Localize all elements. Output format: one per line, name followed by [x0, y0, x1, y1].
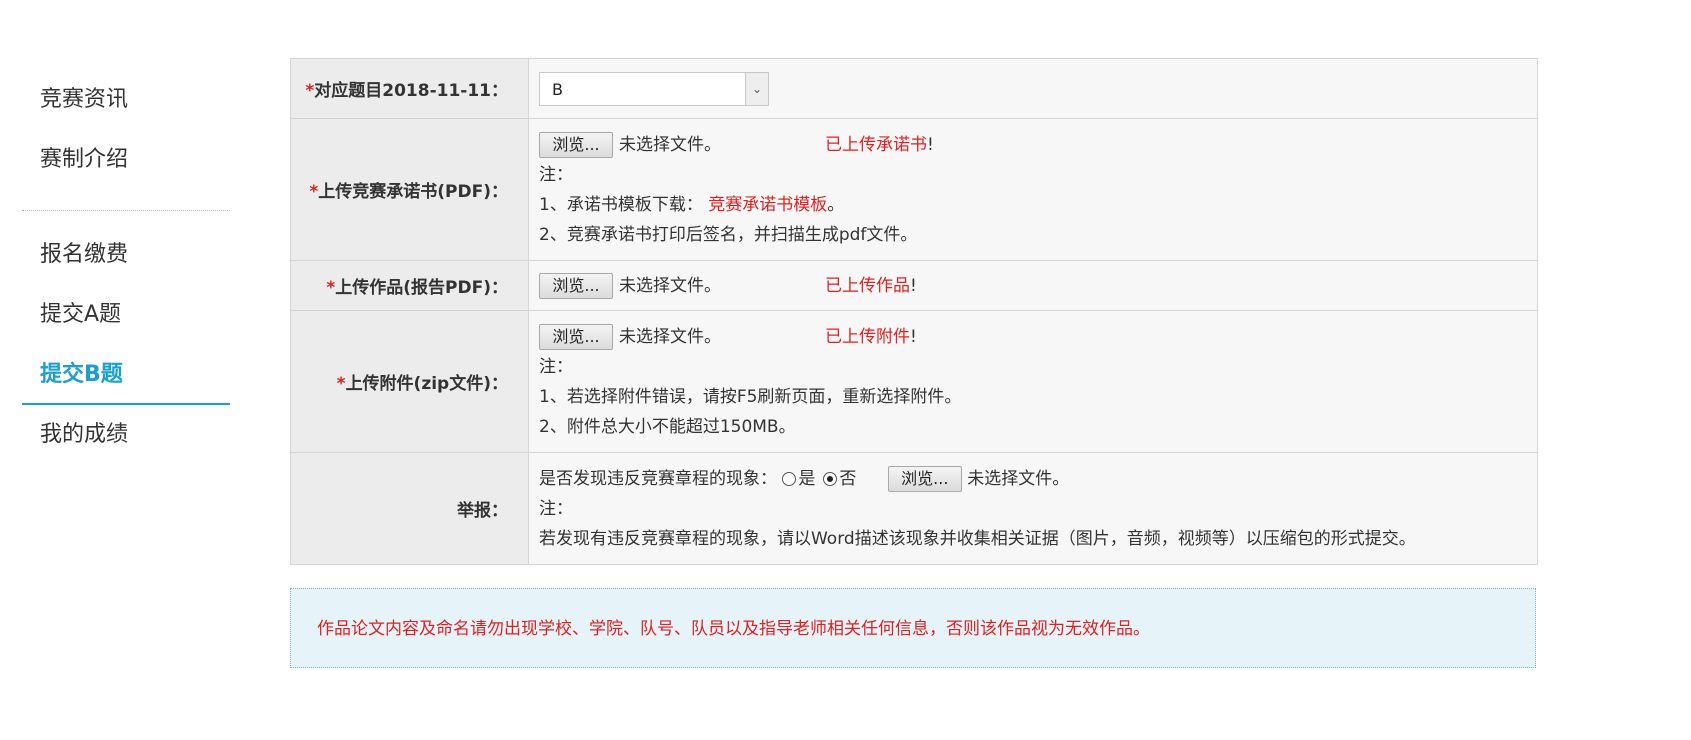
row-attachment: *上传附件(zip文件)： 浏览... 未选择文件。 已上传附件! 注： 1、若选择… [290, 310, 1538, 453]
row-pledge: *上传竞赛承诺书(PDF)： 浏览... 未选择文件。 已上传承诺书! 注： 1、承… [290, 118, 1538, 261]
pledge-status-suffix: ! [927, 134, 934, 155]
attachment-note-title: 注： [539, 356, 573, 377]
sidebar-item-news[interactable]: 竞赛资讯 [22, 70, 230, 130]
anonymity-notice: 作品论文内容及命名请勿出现学校、学院、队号、队员以及指导老师相关任何信息，否则该… [290, 588, 1536, 668]
report-radio-no-label: 否 [839, 468, 857, 489]
report-question: 是否发现违反竞赛章程的现象： [539, 468, 777, 489]
attachment-note2: 2、附件总大小不能超过150MB。 [539, 416, 796, 437]
attachment-status-suffix: ! [910, 326, 917, 347]
report-value: 是否发现违反竞赛章程的现象： 是 否 浏览... 未选择文件。 注： 若发现有违反… [528, 452, 1538, 565]
sidebar-divider [22, 210, 230, 211]
work-status-suffix: ! [910, 275, 917, 296]
attachment-no-file: 未选择文件。 [619, 326, 721, 347]
report-radio-yes[interactable] [782, 471, 797, 486]
work-label: *上传作品(报告PDF)： [290, 260, 529, 311]
report-radio-no[interactable] [823, 471, 838, 486]
pledge-note2: 2、竞赛承诺书打印后签名，并扫描生成pdf文件。 [539, 224, 918, 245]
row-topic: *对应题目2018-11-11： B ⌄ [290, 58, 1538, 119]
pledge-browse-button[interactable]: 浏览... [539, 131, 613, 158]
pledge-template-link[interactable]: 竞赛承诺书模板 [708, 195, 827, 215]
report-no-file: 未选择文件。 [967, 468, 1070, 489]
row-work: *上传作品(报告PDF)： 浏览... 未选择文件。 已上传作品! [290, 260, 1538, 311]
work-no-file: 未选择文件。 [619, 275, 721, 296]
report-radio-yes-label: 是 [798, 468, 816, 489]
pledge-note1-prefix: 1、承诺书模板下载： [539, 194, 703, 215]
sidebar-item-rules[interactable]: 赛制介绍 [22, 130, 230, 190]
required-mark: * [336, 374, 346, 394]
work-label-text: 上传作品(报告PDF)： [335, 278, 508, 298]
pledge-value: 浏览... 未选择文件。 已上传承诺书! 注： 1、承诺书模板下载： 竞赛承诺书模板… [528, 118, 1538, 261]
report-label: 举报： [290, 452, 529, 565]
pledge-status: 已上传承诺书 [825, 134, 927, 155]
sidebar-item-submit-a[interactable]: 提交A题 [22, 285, 230, 345]
required-mark: * [305, 81, 315, 101]
topic-select[interactable]: B ⌄ [539, 71, 769, 106]
report-note: 若发现有违反竞赛章程的现象，请以Word描述该现象并收集相关证据（图片，音频，视… [539, 528, 1416, 549]
sidebar-item-submit-b[interactable]: 提交B题 [22, 345, 230, 405]
submission-form: *对应题目2018-11-11： B ⌄ *上传竞赛承诺书(PDF)： 浏览..… [290, 58, 1538, 565]
report-browse-button[interactable]: 浏览... [887, 465, 962, 492]
pledge-no-file: 未选择文件。 [619, 134, 721, 155]
topic-select-value: B [552, 79, 563, 99]
attachment-note1: 1、若选择附件错误，请按F5刷新页面，重新选择附件。 [539, 386, 962, 407]
work-browse-button[interactable]: 浏览... [539, 272, 613, 299]
sidebar: 竞赛资讯 赛制介绍 报名缴费 提交A题 提交B题 我的成绩 [22, 70, 230, 465]
attachment-status: 已上传附件 [825, 326, 910, 347]
pledge-label-text: 上传竞赛承诺书(PDF)： [318, 182, 508, 202]
attachment-label-text: 上传附件(zip文件)： [345, 374, 508, 394]
pledge-label: *上传竞赛承诺书(PDF)： [290, 118, 529, 261]
chevron-down-icon[interactable]: ⌄ [745, 72, 768, 105]
attachment-label: *上传附件(zip文件)： [290, 310, 529, 453]
row-report: 举报： 是否发现违反竞赛章程的现象： 是 否 浏览... 未选择文件。 注： 若发… [290, 452, 1538, 565]
work-status: 已上传作品 [825, 275, 910, 296]
sidebar-item-my-scores[interactable]: 我的成绩 [22, 405, 230, 465]
topic-label-text: 对应题目2018-11-11： [314, 81, 508, 101]
attachment-value: 浏览... 未选择文件。 已上传附件! 注： 1、若选择附件错误，请按F5刷新页面，… [528, 310, 1538, 453]
required-mark: * [309, 182, 319, 202]
work-value: 浏览... 未选择文件。 已上传作品! [528, 260, 1538, 311]
sidebar-item-registration[interactable]: 报名缴费 [22, 225, 230, 285]
pledge-note-title: 注： [539, 164, 573, 185]
pledge-note1-suffix: 。 [827, 194, 845, 215]
attachment-browse-button[interactable]: 浏览... [539, 323, 613, 350]
required-mark: * [326, 278, 336, 298]
form-table: *对应题目2018-11-11： B ⌄ *上传竞赛承诺书(PDF)： 浏览..… [290, 58, 1538, 565]
report-note-title: 注： [539, 498, 573, 519]
topic-label: *对应题目2018-11-11： [290, 58, 529, 119]
topic-value: B ⌄ [528, 58, 1538, 119]
